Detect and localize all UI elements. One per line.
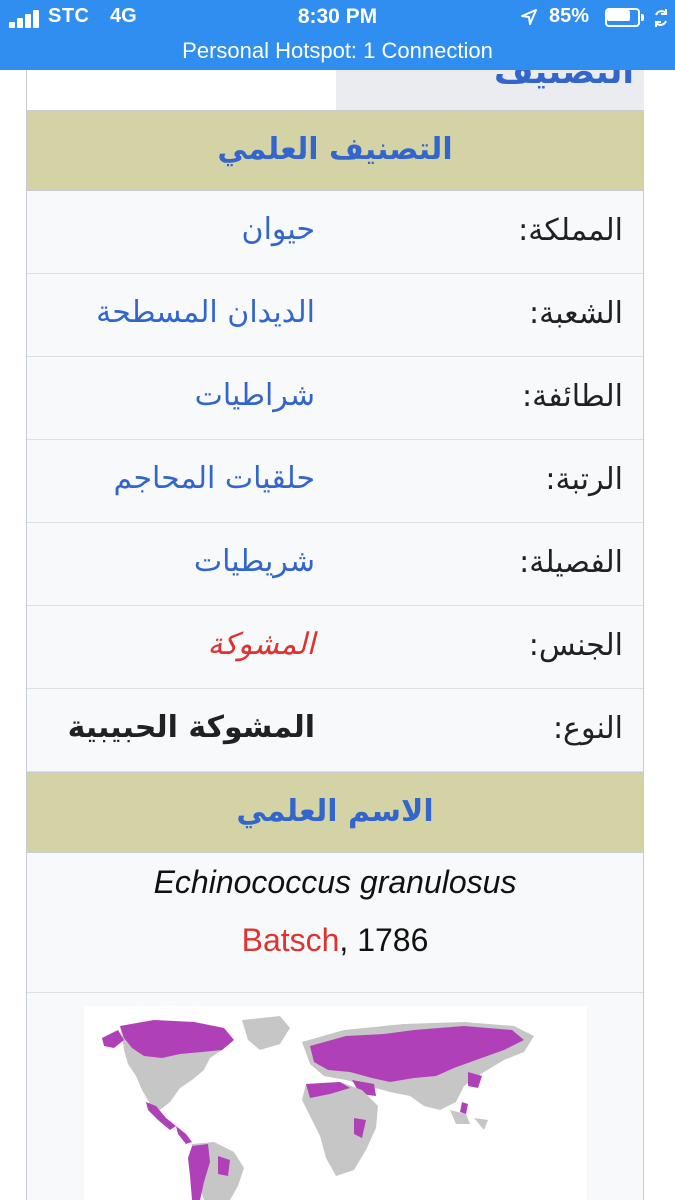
taxon-link[interactable]: حيوان <box>242 191 315 269</box>
taxon-link[interactable]: شراطيات <box>195 357 315 435</box>
binomial-authority: Batsch, 1786 <box>27 922 643 959</box>
author-link[interactable]: Batsch <box>242 922 340 958</box>
scientific-name-block: Echinococcus granulosus Batsch, 1786 <box>27 855 643 993</box>
taxobox: التصنيف التصنيف العلمي المملكة: حيوان ال… <box>26 70 644 1200</box>
taxon-row-species: النوع: المشوكة الحبيبية <box>27 689 643 772</box>
taxon-label: النوع: <box>552 711 623 746</box>
taxon-row-phylum: الشعبة: الديدان المسطحة <box>27 274 643 357</box>
taxon-row-kingdom: المملكة: حيوان <box>27 191 643 274</box>
infobox-top-spacer <box>27 70 336 110</box>
status-bar: STC 4G 8:30 PM 85% Personal Hotspot: 1 C… <box>0 0 675 70</box>
article-page: التصنيف التصنيف العلمي المملكة: حيوان ال… <box>0 70 675 1200</box>
taxon-row-order: الرتبة: حلقيات المحاجم <box>27 440 643 523</box>
central-america-range <box>176 1126 192 1144</box>
partial-heading-text: التصنيف <box>493 70 634 92</box>
taxon-label: الطائفة: <box>522 379 623 414</box>
taxon-link[interactable]: الديدان المسطحة <box>96 274 315 352</box>
scientific-name-header: الاسم العلمي <box>27 772 643 853</box>
philippines-range <box>460 1102 468 1114</box>
battery-icon <box>605 8 644 27</box>
taxon-missing-link[interactable]: المشوكة <box>208 606 315 684</box>
taxon-value: المشوكة الحبيبية <box>67 710 315 745</box>
taxon-row-genus: الجنس: المشوكة <box>27 606 643 689</box>
location-arrow-icon <box>521 9 537 25</box>
taxon-link[interactable]: حلقيات المحاجم <box>114 440 315 518</box>
taxon-label: الرتبة: <box>545 462 623 497</box>
battery-percentage: 85% <box>549 5 590 27</box>
partial-heading-cell: التصنيف <box>336 70 644 110</box>
alaska-range <box>102 1030 124 1048</box>
battery-level-fill <box>607 10 630 21</box>
distribution-map[interactable] <box>84 1006 587 1200</box>
taxon-label: المملكة: <box>518 213 623 248</box>
taxon-label: الشعبة: <box>529 296 623 331</box>
southeast-asia-islands <box>450 1110 488 1130</box>
taxonomy-header-title[interactable]: التصنيف العلمي <box>217 111 452 189</box>
taxon-label: الجنس: <box>528 628 623 663</box>
hotspot-banner[interactable]: Personal Hotspot: 1 Connection <box>0 38 675 64</box>
taxon-label: الفصيلة: <box>519 545 623 580</box>
taxonomy-header: التصنيف العلمي <box>27 110 643 191</box>
taxon-row-family: الفصيلة: شريطيات <box>27 523 643 606</box>
author-year: , 1786 <box>339 922 429 958</box>
world-map-image <box>102 1016 534 1200</box>
taxon-link[interactable]: شريطيات <box>194 523 315 601</box>
status-row: STC 4G 8:30 PM 85% <box>0 0 675 36</box>
binomial-name: Echinococcus granulosus <box>153 864 517 900</box>
taxon-row-class: الطائفة: شراطيات <box>27 357 643 440</box>
greenland <box>242 1016 290 1050</box>
scientific-name-header-title: الاسم العلمي <box>236 794 434 829</box>
orientation-lock-icon <box>655 9 667 27</box>
